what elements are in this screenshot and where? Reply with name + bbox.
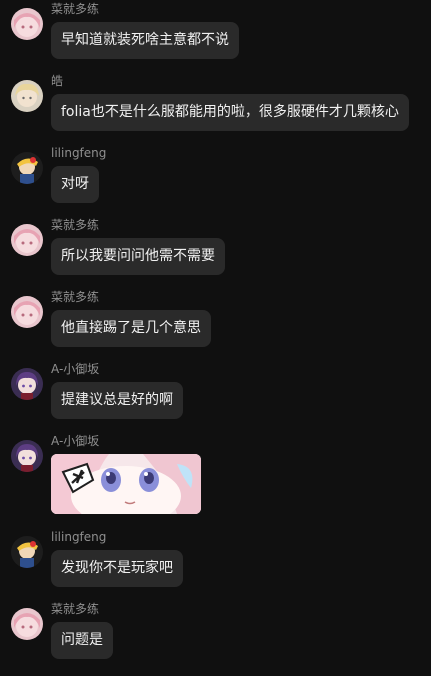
- message-bubble: 早知道就装死啥主意都不说: [51, 22, 239, 59]
- sender-name: 皓: [51, 74, 64, 88]
- sender-name: 菜就多练: [51, 218, 100, 232]
- anime-character-avatar-icon[interactable]: [11, 536, 43, 568]
- message-bubble: 所以我要问问他需不需要: [51, 238, 225, 275]
- message-bubble: 提建议总是好的啊: [51, 382, 183, 419]
- pink-hair-avatar-icon[interactable]: [11, 296, 43, 328]
- chat-message-list[interactable]: 菜就多练 早知道就装死啥主意都不说 皓 folia也不是什么服都能用的啦，很多服…: [0, 0, 431, 676]
- sender-name: lilingfeng: [51, 530, 107, 544]
- message-bubble: 发现你不是玩家吧: [51, 550, 183, 587]
- purple-hair-avatar-icon[interactable]: [11, 368, 43, 400]
- pink-hair-avatar-icon[interactable]: [11, 608, 43, 640]
- sender-name: lilingfeng: [51, 146, 107, 160]
- message-bubble: 他直接踢了是几个意思: [51, 310, 211, 347]
- anime-character-avatar-icon[interactable]: [11, 152, 43, 184]
- message-bubble: 问题是: [51, 622, 113, 659]
- blonde-avatar-icon[interactable]: [11, 80, 43, 112]
- message-bubble: 对呀: [51, 166, 99, 203]
- sender-name: A-小御坂: [51, 362, 100, 376]
- sender-name: 菜就多练: [51, 602, 100, 616]
- pink-hair-avatar-icon[interactable]: [11, 8, 43, 40]
- sender-name: A-小御坂: [51, 434, 100, 448]
- angry-anime-girl-sticker-icon[interactable]: [51, 454, 201, 514]
- purple-hair-avatar-icon[interactable]: [11, 440, 43, 472]
- message-bubble: folia也不是什么服都能用的啦，很多服硬件才几颗核心: [51, 94, 409, 131]
- pink-hair-avatar-icon[interactable]: [11, 224, 43, 256]
- sender-name: 菜就多练: [51, 2, 100, 16]
- sender-name: 菜就多练: [51, 290, 100, 304]
